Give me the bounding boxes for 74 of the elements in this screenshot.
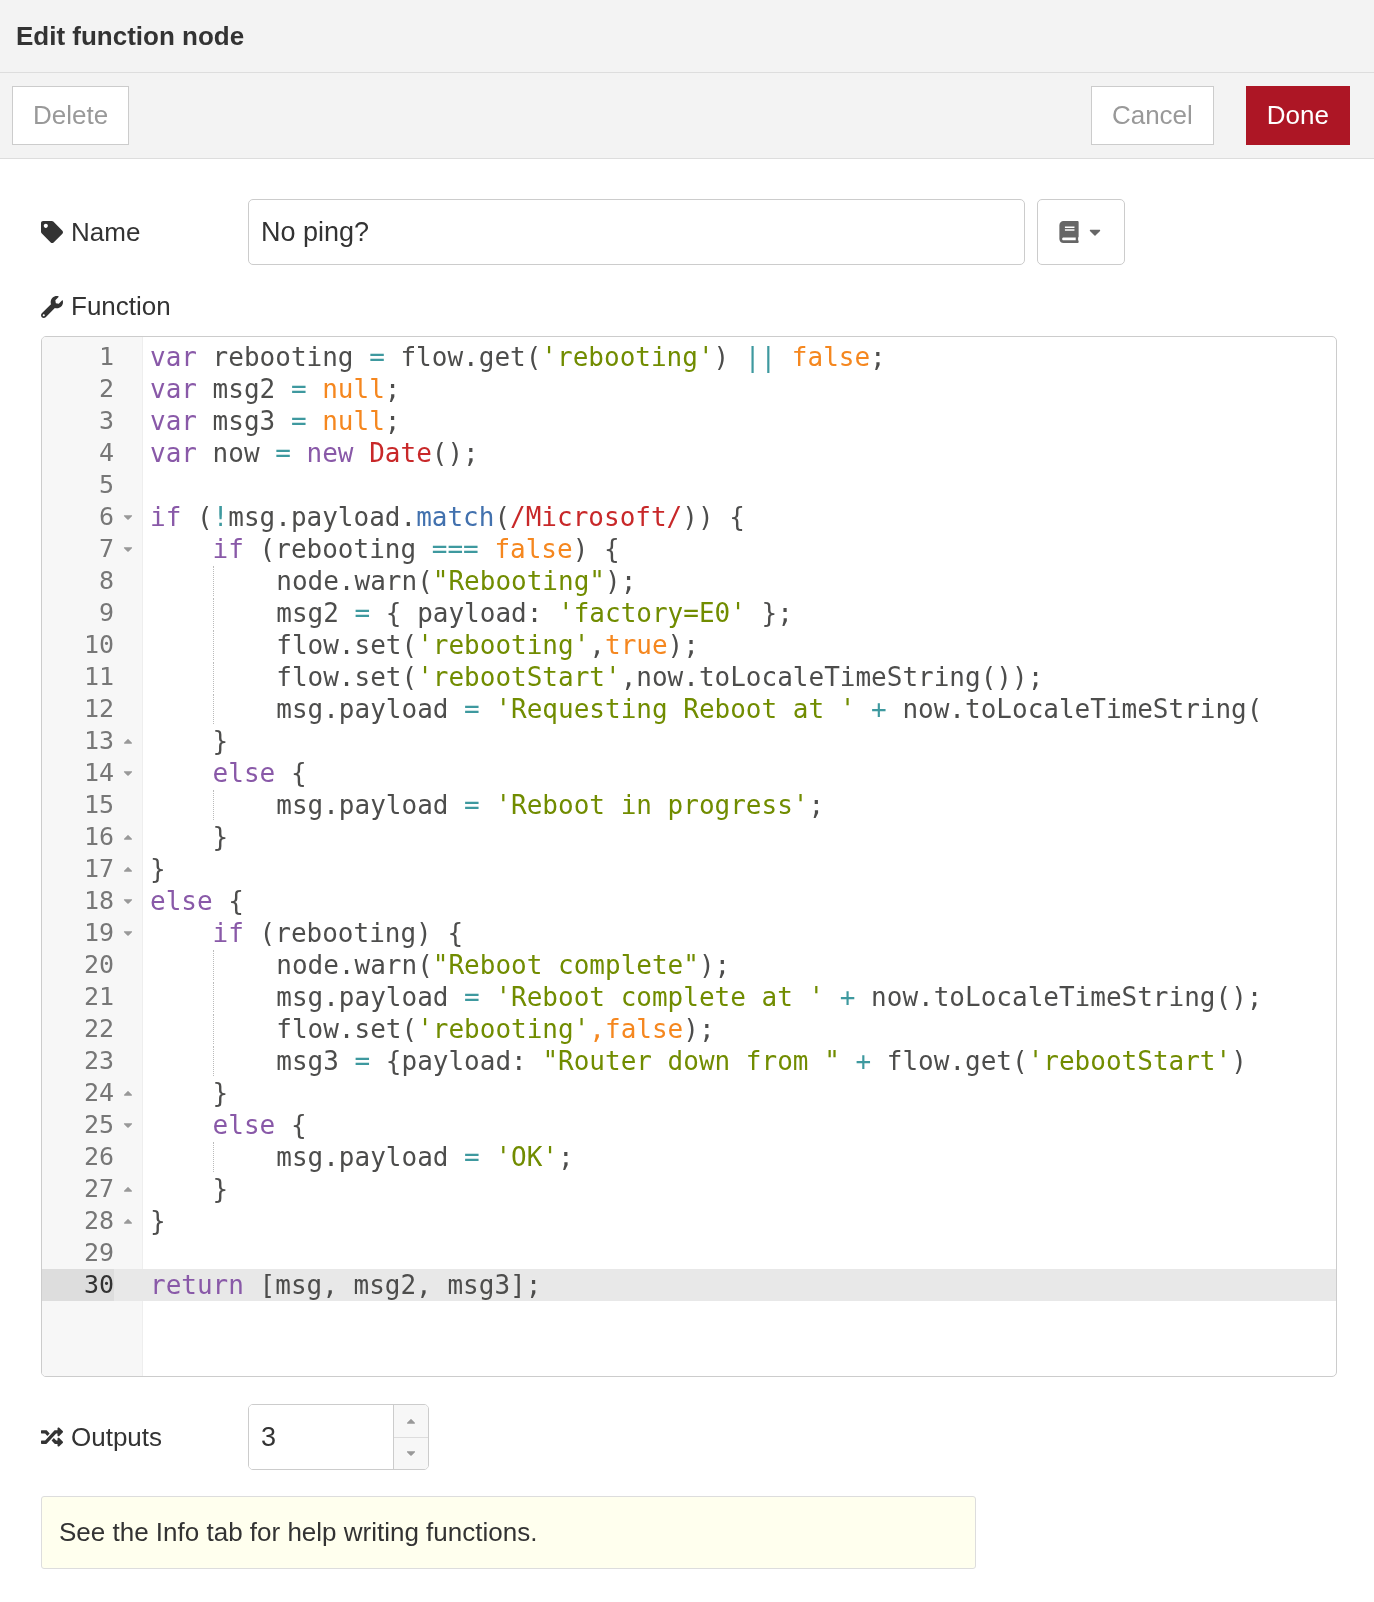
help-tip: See the Info tab for help writing functions. [41,1496,976,1569]
code-line: msg.payload = 'Requesting Reboot at ' + now.toLocaleTimeString( [150,693,1263,725]
code-line: } [211,1077,229,1109]
code-line: } [150,1205,166,1237]
line-number: 18 [82,885,114,917]
field-label: Name [71,216,141,248]
number-spinner[interactable]: 3 [248,1404,429,1470]
code-line: } [211,1173,229,1205]
code-line: if (!msg.payload.match(/Microsoft/)) { [150,501,745,533]
line-number: 30 [42,1269,114,1301]
line-number: 2 [97,373,114,405]
library-button[interactable] [1037,199,1125,265]
code-line: msg2 = { payload: 'factory=E0' }; [150,597,793,629]
code-line: } [150,853,166,885]
code-line: if (rebooting) { [211,917,464,949]
line-number: 4 [97,437,114,469]
line-number: 14 [82,757,114,789]
line-number: 16 [82,821,114,853]
line-number: 15 [82,789,114,821]
line-number: 10 [82,629,114,661]
line-number: 1 [97,341,114,373]
code-line: else { [150,885,244,917]
code-line: msg.payload = 'Reboot complete at ' + now.toLocaleTimeString(); [150,981,1263,1013]
code-line: return [msg, msg2, msg3]; [150,1269,542,1301]
line-number: 20 [82,949,114,981]
line-number: 19 [82,917,114,949]
code-line: else { [211,1109,307,1141]
decrement-button[interactable] [394,1437,428,1469]
code-line: var rebooting = flow.get('rebooting') || false; [150,341,886,373]
code-line: node.warn("Rebooting"); [150,565,637,597]
line-number: 12 [82,693,114,725]
line-number: 26 [82,1141,114,1173]
wrench-icon [41,295,63,318]
book-icon [1058,221,1080,243]
line-number: 5 [97,469,114,501]
field-label: Outputs [71,1421,163,1453]
line-number: 11 [82,661,114,693]
code-line: else { [211,757,307,789]
code-editor[interactable] [41,336,1337,1377]
line-number: 22 [82,1013,114,1045]
code-line: var now = new Date(); [150,437,479,469]
line-number: 23 [82,1045,114,1077]
line-number: 6 [97,501,114,533]
code-line: flow.set('rebootStart',now.toLocaleTimeString()); [150,661,1044,693]
code-line: var msg3 = null; [150,405,401,437]
code-line: flow.set('rebooting',true); [150,629,699,661]
code-line: node.warn("Reboot complete"); [150,949,731,981]
code-line: msg3 = {payload: "Router down from " + flow.get('rebootStart') [150,1045,1247,1077]
code-line: msg.payload = 'OK'; [150,1141,574,1173]
line-number: 8 [97,565,114,597]
shuffle-icon [41,1426,63,1448]
line-number: 13 [82,725,114,757]
tag-icon [41,221,63,243]
field-label: Function [71,291,171,322]
line-number: 7 [97,533,114,565]
code-line: if (rebooting === false) { [211,533,620,565]
line-number: 27 [82,1173,114,1205]
code-line: var msg2 = null; [150,373,401,405]
line-number: 24 [82,1077,114,1109]
code-line: } [211,725,229,757]
line-number: 17 [82,853,114,885]
line-number: 3 [97,405,114,437]
done-button[interactable]: Done [1245,86,1350,145]
code-line: msg.payload = 'Reboot in progress'; [150,789,825,821]
name-input[interactable]: No ping? [248,199,1025,265]
line-number: 9 [97,597,114,629]
code-line: flow.set('rebooting',false); [150,1013,715,1045]
line-number: 28 [82,1205,114,1237]
line-number: 25 [82,1109,114,1141]
increment-button[interactable] [394,1405,428,1438]
line-number: 21 [82,981,114,1013]
dialog-title: Edit function node [16,20,245,52]
line-number: 29 [82,1237,114,1269]
code-line: } [211,821,229,853]
